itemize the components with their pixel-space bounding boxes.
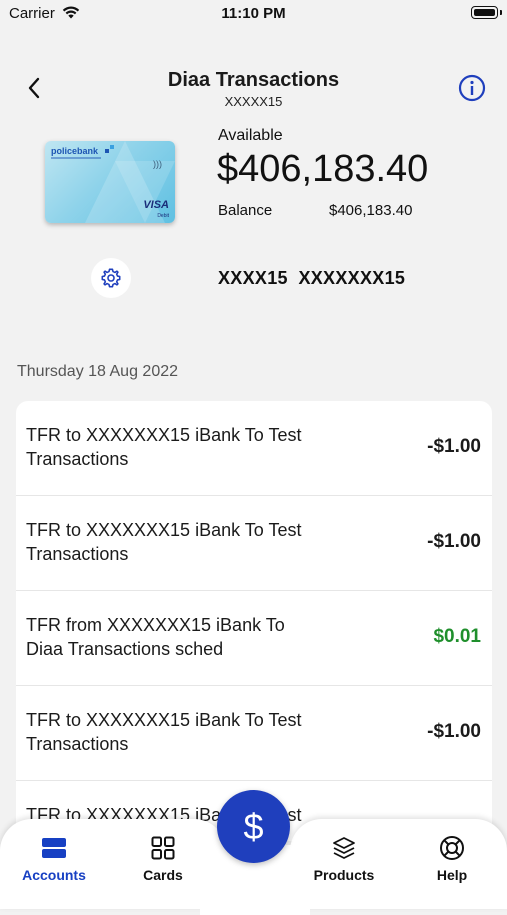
gear-icon bbox=[101, 268, 121, 288]
lifebuoy-icon bbox=[440, 836, 464, 860]
tab-help[interactable]: Help bbox=[412, 835, 492, 885]
transaction-amount: -$1.00 bbox=[427, 721, 481, 742]
tab-label: Help bbox=[436, 867, 468, 883]
transaction-row[interactable]: TFR to XXXXXXX15 iBank To Test Transacti… bbox=[16, 401, 492, 496]
card-brand-tagline bbox=[51, 157, 101, 159]
info-icon bbox=[458, 74, 486, 102]
transaction-row[interactable]: TFR from XXXXXXX15 iBank To Diaa Transac… bbox=[16, 591, 492, 686]
transaction-description: TFR to XXXXXXX15 iBank To Test Transacti… bbox=[26, 710, 302, 754]
available-amount: $406,183.40 bbox=[217, 148, 429, 190]
status-bar: Carrier 11:10 PM bbox=[0, 0, 507, 28]
layers-icon bbox=[333, 837, 355, 859]
transaction-list: TFR to XXXXXXX15 iBank To Test Transacti… bbox=[16, 401, 492, 841]
tab-label: Accounts bbox=[22, 867, 86, 883]
account-number: XXXX15 XXXXXXX15 bbox=[218, 268, 406, 288]
page-subtitle: XXXXX15 bbox=[224, 94, 283, 109]
balance-value: $406,183.40 bbox=[329, 202, 413, 219]
card-type-label: Debit bbox=[157, 213, 169, 219]
tab-accounts[interactable]: Accounts bbox=[14, 835, 94, 885]
date-header: Thursday 18 Aug 2022 bbox=[17, 363, 179, 380]
visa-logo: VISA bbox=[143, 199, 169, 211]
transaction-amount: $0.01 bbox=[433, 626, 481, 647]
transaction-row[interactable]: TFR to XXXXXXX15 iBank To Test Transacti… bbox=[16, 496, 492, 591]
clock: 11:10 PM bbox=[221, 5, 286, 22]
dollar-icon: $ bbox=[243, 805, 264, 847]
tab-cards[interactable]: Cards bbox=[123, 835, 203, 885]
transaction-description: TFR from XXXXXXX15 iBank To Diaa Transac… bbox=[26, 615, 285, 659]
transaction-description: TFR to XXXXXXX15 iBank To Test Transacti… bbox=[26, 520, 302, 564]
card-image[interactable]: policebank ))) VISA Debit bbox=[45, 141, 175, 223]
contactless-icon: ))) bbox=[153, 159, 162, 169]
tab-products[interactable]: Products bbox=[304, 835, 384, 885]
card-settings-button[interactable] bbox=[91, 258, 131, 298]
transaction-description: TFR to XXXXXXX15 iBank To Test Transacti… bbox=[26, 425, 302, 469]
available-label: Available bbox=[218, 127, 283, 144]
brand-mark-icon bbox=[105, 145, 114, 153]
transaction-row[interactable]: TFR to XXXXXXX15 iBank To Test Transacti… bbox=[16, 686, 492, 781]
info-button[interactable] bbox=[458, 74, 486, 102]
page-title: Diaa Transactions bbox=[167, 69, 340, 91]
pay-button[interactable]: $ bbox=[217, 790, 290, 863]
transaction-amount: -$1.00 bbox=[427, 531, 481, 552]
tab-label: Cards bbox=[143, 867, 183, 883]
battery-icon bbox=[471, 6, 502, 19]
card-brand-logo: policebank bbox=[51, 146, 99, 156]
accounts-icon bbox=[42, 838, 66, 858]
grid-icon bbox=[151, 836, 175, 860]
balance-label: Balance bbox=[218, 202, 273, 219]
tab-label: Products bbox=[313, 867, 375, 883]
transaction-amount: -$1.00 bbox=[427, 436, 481, 457]
